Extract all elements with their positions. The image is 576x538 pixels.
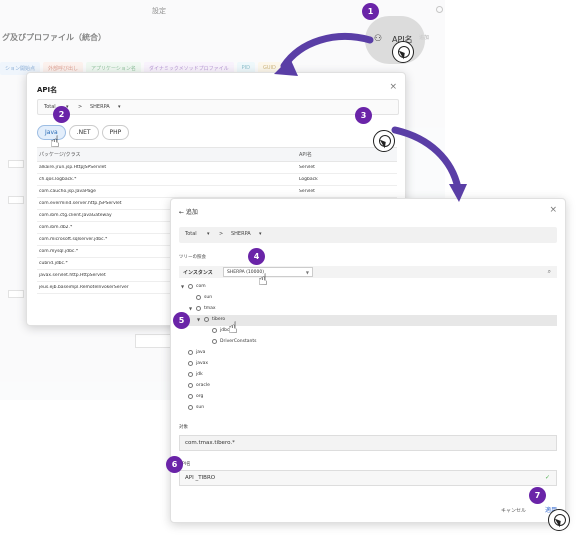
click-cursor-icon bbox=[548, 509, 570, 531]
tree-node[interactable]: sun bbox=[179, 293, 557, 304]
instance-bar: インスタンス SHERPA (10000) ▼ ⌕ bbox=[179, 266, 557, 278]
api-name-value: API _TIBRO bbox=[185, 475, 216, 481]
table-header: パッケージ/クラス API名 bbox=[37, 147, 397, 162]
step-badge-3: 3 bbox=[355, 107, 372, 124]
expand-arrow-icon[interactable]: ▼ bbox=[189, 306, 192, 311]
breadcrumb-sherpa[interactable]: SHERPA bbox=[231, 231, 251, 237]
tree-node[interactable]: oracle bbox=[179, 381, 557, 392]
step-badge-7: 7 bbox=[529, 487, 546, 504]
close-icon[interactable]: × bbox=[549, 205, 557, 215]
tree-node-label: DriverConstants bbox=[220, 339, 257, 344]
chevron-down-icon: ▾ bbox=[118, 104, 121, 110]
click-cursor-icon bbox=[392, 41, 414, 63]
breadcrumb: Total ▾ > SHERPA ▾ bbox=[179, 227, 557, 243]
hand-cursor-icon: ☝ bbox=[258, 270, 268, 289]
tab-php[interactable]: PHP bbox=[101, 125, 130, 140]
step-badge-2: 2 bbox=[53, 106, 70, 123]
instance-label: インスタンス bbox=[183, 270, 213, 276]
package-icon bbox=[188, 284, 193, 289]
click-cursor-icon bbox=[373, 130, 395, 152]
package-icon bbox=[188, 350, 193, 355]
package-icon bbox=[196, 295, 201, 300]
tree-node-label: jdk bbox=[196, 372, 203, 377]
bg-field bbox=[8, 290, 24, 298]
target-label: 対象 bbox=[179, 425, 188, 430]
package-icon bbox=[188, 394, 193, 399]
tree-node-label: java bbox=[196, 350, 206, 355]
step-badge-6: 6 bbox=[166, 456, 183, 473]
hand-cursor-icon: ☝ bbox=[228, 318, 238, 337]
cancel-button[interactable]: キャンセル bbox=[501, 507, 526, 514]
tree-node[interactable]: java bbox=[179, 348, 557, 359]
step-badge-5: 5 bbox=[173, 312, 190, 329]
package-icon bbox=[188, 383, 193, 388]
package-icon bbox=[212, 339, 217, 344]
tree-node[interactable]: jdk bbox=[179, 370, 557, 381]
close-icon[interactable]: × bbox=[389, 82, 397, 92]
expand-arrow-icon[interactable]: ▼ bbox=[197, 317, 200, 322]
cell-api: Logback bbox=[299, 177, 318, 182]
tree-node[interactable]: ▼ com bbox=[179, 282, 557, 293]
cell-class: ch.qos.logback.* bbox=[39, 177, 77, 182]
page-title: 設定 bbox=[152, 7, 166, 15]
package-icon bbox=[212, 328, 217, 333]
target-field[interactable]: com.tmax.tibero.* bbox=[179, 435, 557, 451]
package-icon bbox=[196, 306, 201, 311]
add-api-dialog: ← 追加 × Total ▾ > SHERPA ▾ ツリーの照会 インスタンス … bbox=[170, 198, 566, 523]
package-icon bbox=[188, 405, 193, 410]
package-tree: ▼ com sun ▼ tmax ▼ tibero jdbc DriverConstants ja… bbox=[179, 282, 557, 414]
tree-node-label: tibero bbox=[212, 317, 226, 322]
tree-node-label: oracle bbox=[196, 383, 210, 388]
tree-node-label: sun bbox=[196, 405, 205, 410]
package-icon bbox=[204, 317, 209, 322]
expand-arrow-icon[interactable]: ▼ bbox=[181, 284, 184, 289]
tree-node[interactable]: sun bbox=[179, 403, 557, 414]
bg-field bbox=[8, 160, 24, 168]
tree-section-label: ツリーの照会 bbox=[179, 255, 206, 260]
tree-node-label: sun bbox=[204, 295, 213, 300]
tree-node[interactable]: javax bbox=[179, 359, 557, 370]
tree-node-label: org bbox=[196, 394, 204, 399]
tree-node[interactable]: org bbox=[179, 392, 557, 403]
dialog-title: API名 bbox=[37, 86, 58, 94]
breadcrumb: Total ▾ > SHERPA ▾ bbox=[37, 99, 399, 115]
table-row[interactable]: com.caucho.jsp.JavaPage Servlet bbox=[37, 186, 397, 198]
tree-node-label: tmax bbox=[204, 306, 216, 311]
bg-field bbox=[8, 196, 24, 204]
table-row[interactable]: alkaire.jrun.jsp.HttpJSPServlet Servlet bbox=[37, 162, 397, 174]
package-icon bbox=[188, 372, 193, 377]
hand-cursor-icon: ☝ bbox=[50, 132, 60, 151]
settings-icon[interactable] bbox=[436, 6, 443, 13]
tree-node[interactable]: ▼ tmax bbox=[179, 304, 557, 315]
cell-class: com.caucho.jsp.JavaPage bbox=[39, 189, 96, 194]
table-row[interactable]: ch.qos.logback.* Logback bbox=[37, 174, 397, 186]
chevron-down-icon: ▾ bbox=[207, 231, 210, 237]
step-badge-1: 1 bbox=[362, 3, 379, 20]
tree-icon: ⚇ bbox=[374, 34, 383, 44]
chevron-down-icon: ▾ bbox=[259, 231, 262, 237]
column-header-api[interactable]: API名 bbox=[299, 151, 397, 158]
api-name-input[interactable]: API _TIBRO ✓ bbox=[179, 470, 557, 486]
cell-api: Servlet bbox=[299, 189, 315, 194]
tab-dotnet[interactable]: .NET bbox=[68, 125, 99, 140]
tree-node[interactable]: DriverConstants bbox=[179, 337, 557, 348]
cell-class: alkaire.jrun.jsp.HttpJSPServlet bbox=[39, 165, 107, 170]
check-icon: ✓ bbox=[544, 474, 550, 481]
step-badge-4: 4 bbox=[248, 248, 265, 265]
tree-node-label: javax bbox=[196, 361, 209, 366]
instance-select[interactable]: SHERPA (10000) ▼ bbox=[223, 267, 313, 277]
breadcrumb-sherpa[interactable]: SHERPA bbox=[90, 104, 110, 110]
search-icon[interactable]: ⌕ bbox=[548, 268, 551, 276]
section-title: グ及びプロファイル（統合） bbox=[2, 33, 106, 42]
tree-node-label: com bbox=[196, 284, 206, 289]
package-icon bbox=[188, 361, 193, 366]
column-header-class[interactable]: パッケージ/クラス bbox=[37, 151, 299, 158]
breadcrumb-separator: > bbox=[219, 231, 224, 237]
chevron-down-icon: ▼ bbox=[305, 270, 309, 275]
breadcrumb-separator: > bbox=[78, 104, 83, 110]
cell-api: Servlet bbox=[299, 165, 315, 170]
breadcrumb-total[interactable]: Total bbox=[185, 231, 197, 237]
bg-field bbox=[135, 334, 171, 348]
dialog-title-back[interactable]: ← 追加 bbox=[179, 207, 198, 216]
